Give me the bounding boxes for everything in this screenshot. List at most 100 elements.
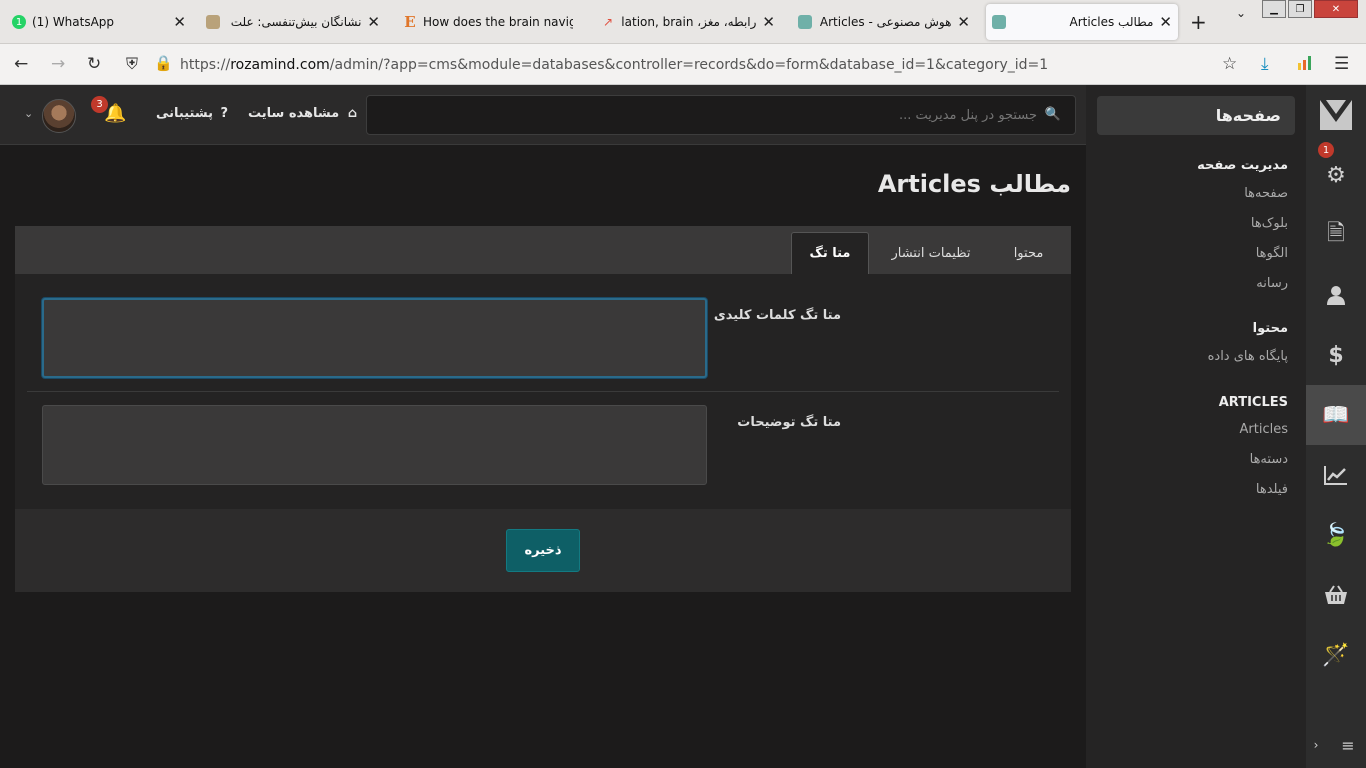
menu-lines-icon[interactable]: ≡	[1330, 725, 1366, 765]
url-host: rozamind.com	[230, 57, 330, 73]
lock-icon[interactable]: 🔒	[154, 54, 173, 72]
subnav-title: صفحه‌ها	[1097, 96, 1295, 135]
form-tabs: محتوا تظیمات انتشار متا تگ	[15, 226, 1071, 274]
meta-keywords-label: متا تگ کلمات کلیدی	[713, 308, 841, 323]
admin-page: 1 ⚙ 🗎 $ 📖 🍃 🪄 › ≡ صفحه‌ها مدیریت صفحه صف…	[0, 85, 1366, 768]
tab-list-chevron-icon[interactable]: ⌄	[1236, 6, 1246, 20]
gears-icon: ⚙	[1326, 162, 1346, 188]
book-icon: 📖	[1322, 402, 1350, 428]
tab-title: (1) WhatsApp	[32, 15, 115, 29]
subnav-item-templates[interactable]: الگوها	[1256, 246, 1288, 261]
subnav-item-categories[interactable]: دسته‌ها	[1250, 452, 1288, 467]
tab-title: How does the brain navigate	[423, 15, 573, 29]
view-site-label: مشاهده سایت	[248, 106, 340, 121]
maximize-window-icon[interactable]: ❐	[1288, 0, 1312, 18]
question-circle-icon: ?	[220, 106, 229, 121]
rail-wizard[interactable]: 🪄	[1306, 625, 1366, 685]
meta-description-label: متا تگ توضیحات	[737, 415, 841, 430]
subnav-item-articles[interactable]: Articles	[1240, 422, 1288, 437]
rail-articles[interactable]: 📖	[1306, 385, 1366, 445]
form-panel: محتوا تظیمات انتشار متا تگ متا تگ کلمات …	[15, 226, 1071, 592]
whatsapp-icon: 1	[12, 15, 26, 29]
page-title: مطالب Articles	[877, 170, 1071, 198]
admin-search-input[interactable]	[367, 96, 1075, 134]
close-tab-icon[interactable]: ✕	[1159, 13, 1172, 31]
dollar-icon: $	[1328, 342, 1344, 368]
view-site-link[interactable]: مشاهده سایت ⌂	[248, 106, 357, 121]
meta-keywords-textarea[interactable]	[42, 298, 707, 378]
subnav-heading-articles: ARTICLES	[1218, 395, 1288, 410]
tab-title: هوش مصنوعی - Articles - انشا	[818, 15, 952, 29]
settings-badge: 1	[1318, 142, 1334, 158]
tab-meta-tags[interactable]: متا تگ	[791, 232, 869, 274]
rail-members[interactable]	[1306, 265, 1366, 325]
url-bar[interactable]: https://rozamind.com/admin/?app=cms&modu…	[180, 57, 1048, 73]
minimize-window-icon[interactable]: ▁	[1262, 0, 1286, 18]
chevron-down-icon[interactable]: ⌄	[24, 107, 33, 120]
back-arrow-icon[interactable]: ←	[14, 54, 28, 74]
e-favicon-icon: E	[404, 13, 416, 31]
icon-rail: 1 ⚙ 🗎 $ 📖 🍃 🪄 › ≡	[1306, 85, 1366, 768]
browser-tab-ai-articles[interactable]: هوش مصنوعی - Articles - انشا ✕	[792, 4, 976, 40]
form-footer: ذخیره	[15, 509, 1071, 592]
rail-pages[interactable]: 🗎	[1306, 205, 1366, 265]
rail-commerce[interactable]: $	[1306, 325, 1366, 385]
new-tab-icon[interactable]: +	[1190, 10, 1207, 34]
leaf-icon: 🍃	[1322, 522, 1350, 548]
support-label: پشتیبانی	[156, 106, 213, 121]
admin-top-bar: 🔍 مشاهده سایت ⌂ پشتیبانی ? 🔔 3 ⌄	[0, 85, 1086, 145]
tab-publish-settings[interactable]: تظیمات انتشار	[872, 232, 990, 274]
bookmark-star-icon[interactable]: ☆	[1222, 54, 1237, 74]
rail-customization[interactable]: 🍃	[1306, 505, 1366, 565]
subnav-item-media[interactable]: رسانه	[1256, 276, 1288, 291]
subnav-item-fields[interactable]: فیلدها	[1256, 482, 1288, 497]
line-chart-icon	[1324, 466, 1347, 485]
magic-wand-icon: 🪄	[1322, 642, 1350, 668]
browser-tab-active[interactable]: مطالب Articles ✕	[986, 4, 1178, 40]
collapse-chevron-icon[interactable]: ›	[1306, 725, 1326, 765]
browser-tab-whatsapp[interactable]: 1 (1) WhatsApp ✕	[6, 4, 192, 40]
url-path: /admin/?app=cms&module=databases&control…	[329, 57, 1049, 73]
close-tab-icon[interactable]: ✕	[957, 13, 970, 31]
site-favicon-icon	[206, 15, 220, 29]
rail-stats[interactable]	[1306, 445, 1366, 505]
browser-tab-bar: 1 (1) WhatsApp ✕ نشانگان بیش‌تنفسی: علت …	[0, 0, 1366, 44]
meta-description-textarea[interactable]	[42, 405, 707, 485]
bar-chart-extension-icon[interactable]	[1297, 54, 1315, 75]
url-prefix: https://	[180, 57, 231, 73]
subnav-item-blocks[interactable]: بلوک‌ها	[1251, 216, 1288, 231]
reload-icon[interactable]: ↻	[87, 54, 101, 74]
home-icon: ⌂	[347, 106, 358, 121]
rail-settings[interactable]: 1 ⚙	[1306, 142, 1366, 205]
admin-search-box: 🔍	[366, 95, 1076, 135]
close-tab-icon[interactable]: ✕	[367, 13, 380, 31]
notification-badge: 3	[91, 96, 108, 113]
browser-tab-hyperventilation[interactable]: نشانگان بیش‌تنفسی: علت اصلی ✕	[200, 4, 386, 40]
site-favicon-icon	[798, 15, 812, 29]
tab-content[interactable]: محتوا	[986, 232, 1071, 274]
subnav-item-pages[interactable]: صفحه‌ها	[1244, 186, 1288, 201]
subnav-item-databases[interactable]: پایگاه های داده	[1208, 349, 1288, 364]
download-icon[interactable]: ⤓	[1261, 54, 1269, 74]
user-icon	[1327, 286, 1345, 305]
forward-arrow-icon[interactable]: →	[51, 54, 65, 74]
shield-icon[interactable]: ⛨	[126, 54, 138, 74]
close-tab-icon[interactable]: ✕	[762, 13, 775, 31]
basket-icon	[1325, 585, 1347, 604]
close-window-icon[interactable]: ✕	[1314, 0, 1358, 18]
avatar[interactable]	[42, 99, 76, 133]
support-link[interactable]: پشتیبانی ?	[156, 106, 228, 121]
close-tab-icon[interactable]: ✕	[173, 13, 186, 31]
browser-tab-brain-navigate[interactable]: E How does the brain navigate	[397, 4, 585, 40]
document-icon: 🗎	[1327, 221, 1345, 246]
subnav-heading-content: محتوا	[1252, 321, 1288, 336]
tab-title: نشانگان بیش‌تنفسی: علت اصلی	[226, 15, 362, 29]
hamburger-menu-icon[interactable]: ☰	[1334, 54, 1349, 74]
brand-logo-icon[interactable]	[1306, 85, 1366, 145]
browser-tab-trends[interactable]: ↗ رابطه، مغز، relation, brain ✕	[595, 4, 781, 40]
rail-store[interactable]	[1306, 565, 1366, 625]
tab-title: رابطه، مغز، relation, brain	[621, 15, 757, 29]
search-icon: 🔍	[1044, 107, 1061, 122]
subnav-heading-page-management: مدیریت صفحه	[1197, 158, 1288, 173]
save-button[interactable]: ذخیره	[506, 529, 580, 572]
